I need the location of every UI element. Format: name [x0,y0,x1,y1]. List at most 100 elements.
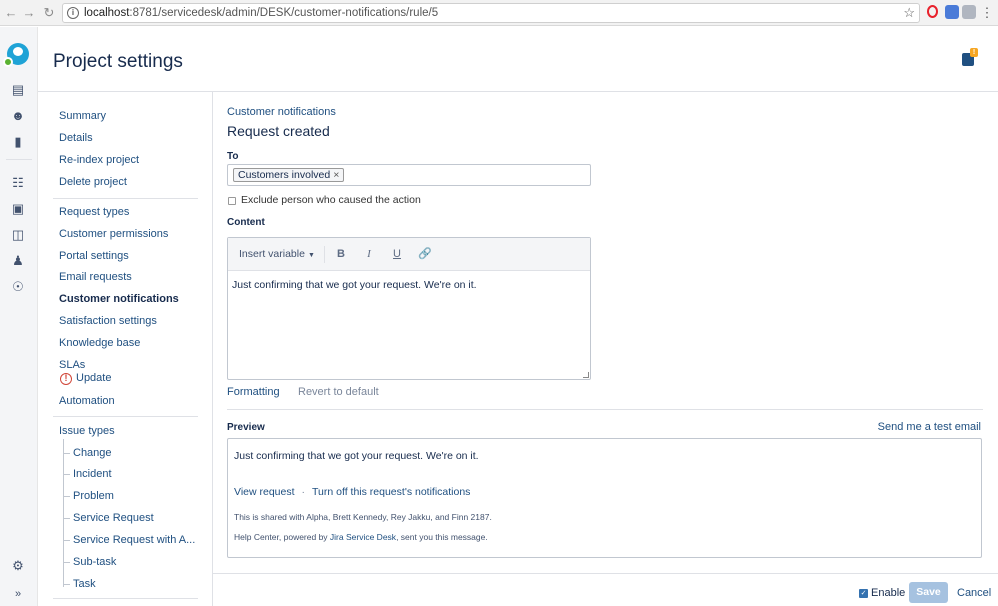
issue-type-sub-task[interactable]: Sub-task [73,556,116,568]
sidebar-item-email-requests[interactable]: Email requests [59,271,132,283]
compass-icon[interactable]: ☉ [10,279,26,295]
resize-handle-icon[interactable] [583,372,589,378]
sidebar-item-sla-update[interactable]: Update [76,372,111,384]
exclude-label: Exclude person who caused the action [241,194,421,206]
sidebar-item-customer-permissions[interactable]: Customer permissions [59,228,168,240]
preview-panel: Just confirming that we got your request… [227,438,982,558]
warning-icon: ! [60,373,72,385]
sidebar-item-summary[interactable]: Summary [59,110,106,122]
monitor-icon[interactable]: ◫ [10,227,26,243]
link-icon[interactable]: 🔗 [418,247,432,261]
issue-type-change[interactable]: Change [73,447,112,459]
content-editor[interactable]: Insert variable ▼ B I U 🔗 Just confirming… [227,237,591,380]
preview-label: Preview [227,422,265,433]
tree-line [63,540,70,541]
customers-icon[interactable]: ☻ [10,108,26,124]
tree-line [63,453,70,454]
issue-type-incident[interactable]: Incident [73,468,112,480]
issue-type-service-request[interactable]: Service Request [73,512,154,524]
page-title: Project settings [53,51,183,72]
address-bar[interactable]: i localhost:8781/servicedesk/admin/DESK/… [62,3,920,23]
view-request-link[interactable]: View request [234,486,295,498]
insert-variable-label: Insert variable [239,248,305,260]
footer-divider [213,573,998,574]
enable-label: Enable [871,587,906,599]
enable-checkbox[interactable]: ✓ [859,589,868,598]
sidebar-item-issue-types[interactable]: Issue types [59,425,115,437]
recipient-chip-label: Customers involved [238,169,331,181]
sidebar-item-request-types[interactable]: Request types [59,206,129,218]
sidebar-item-knowledge-base[interactable]: Knowledge base [59,337,140,349]
toolbar-divider [324,246,325,263]
queues-icon[interactable]: ▤ [10,82,26,98]
tree-line [63,474,70,475]
recipient-chip: Customers involved × [233,168,345,182]
tree-line [63,562,70,563]
recipients-field[interactable]: Customers involved × [227,164,591,186]
issue-type-task[interactable]: Task [73,578,96,590]
global-sidebar: ▤ ☻ ▮ ☷ ▣ ◫ ♟ ☉ ⚙ » [0,27,38,606]
expand-chevrons-icon[interactable]: » [10,586,26,602]
save-button[interactable]: Save [909,582,948,603]
knowledge-base-icon[interactable]: ☷ [10,175,26,191]
forward-arrow-icon[interactable]: → [20,4,38,22]
sidebar-divider [53,598,198,599]
sidebar-item-slas[interactable]: SLAs [59,359,85,371]
jira-service-desk-link[interactable]: Jira Service Desk [330,532,396,542]
separator: · [301,486,306,498]
formatting-link[interactable]: Formatting [227,386,280,398]
bold-icon[interactable]: B [334,247,348,261]
bookmark-star-icon[interactable]: ☆ [903,5,915,21]
sidebar-item-customer-notifications[interactable]: Customer notifications [59,293,179,305]
tree-line [63,439,71,587]
sidebar-item-reindex[interactable]: Re-index project [59,154,139,166]
tree-line [63,584,70,585]
content-label: Content [227,217,265,228]
sidebar-item-automation[interactable]: Automation [59,395,115,407]
translate-extension-icon[interactable] [945,5,959,19]
project-sidebar: Summary Details Re-index project Delete … [38,91,213,606]
issue-type-problem[interactable]: Problem [73,490,114,502]
send-test-email-link[interactable]: Send me a test email [878,421,981,433]
menu-dots-icon[interactable]: ⋮ [978,4,996,22]
reports-icon[interactable]: ▮ [10,134,26,150]
settings-gear-icon[interactable]: ⚙ [10,558,26,574]
preview-links: View request · Turn off this request's not… [234,486,470,498]
sidebar-item-portal-settings[interactable]: Portal settings [59,250,129,262]
sidebar-divider [53,198,198,199]
invite-team-icon[interactable]: ♟ [10,253,26,269]
url-text: localhost:8781/servicedesk/admin/DESK/cu… [84,7,439,19]
rule-title: Request created [227,123,330,139]
raise-request-icon[interactable]: ▣ [10,201,26,217]
browser-toolbar: ← → ↻ i localhost:8781/servicedesk/admin… [0,0,998,26]
sidebar-item-delete[interactable]: Delete project [59,176,127,188]
back-arrow-icon[interactable]: ← [2,4,20,22]
tree-line [63,496,70,497]
info-icon[interactable]: i [67,7,79,19]
main-content: Customer notifications Request created T… [213,91,998,606]
breadcrumb[interactable]: Customer notifications [227,106,336,118]
presence-dot-icon [3,57,13,67]
remove-chip-icon[interactable]: × [333,169,339,181]
turn-off-notifications-link[interactable]: Turn off this request's notifications [312,486,470,498]
cancel-button[interactable]: Cancel [957,587,991,599]
help-center-text: Help Center, powered by Jira Service Des… [234,532,488,542]
to-label: To [227,151,239,162]
reload-icon[interactable]: ↻ [40,4,58,22]
editor-text[interactable]: Just confirming that we got your request… [232,279,477,291]
tree-line [63,518,70,519]
underline-icon[interactable]: U [390,247,404,261]
italic-icon[interactable]: I [362,247,376,261]
opera-extension-icon[interactable] [927,5,938,18]
revert-to-default-link[interactable]: Revert to default [298,386,379,398]
extension-icon[interactable] [962,5,976,19]
sidebar-item-satisfaction-settings[interactable]: Satisfaction settings [59,315,157,327]
exclude-checkbox[interactable] [228,197,236,205]
sidebar-divider [53,416,198,417]
feedback-badge: ! [970,48,978,57]
issue-type-service-request-with-approvals[interactable]: Service Request with A... [73,534,195,546]
rail-divider [6,159,32,160]
sidebar-item-details[interactable]: Details [59,132,93,144]
editor-toolbar: Insert variable ▼ B I U 🔗 [228,238,590,271]
insert-variable-dropdown[interactable]: Insert variable ▼ [239,248,315,260]
